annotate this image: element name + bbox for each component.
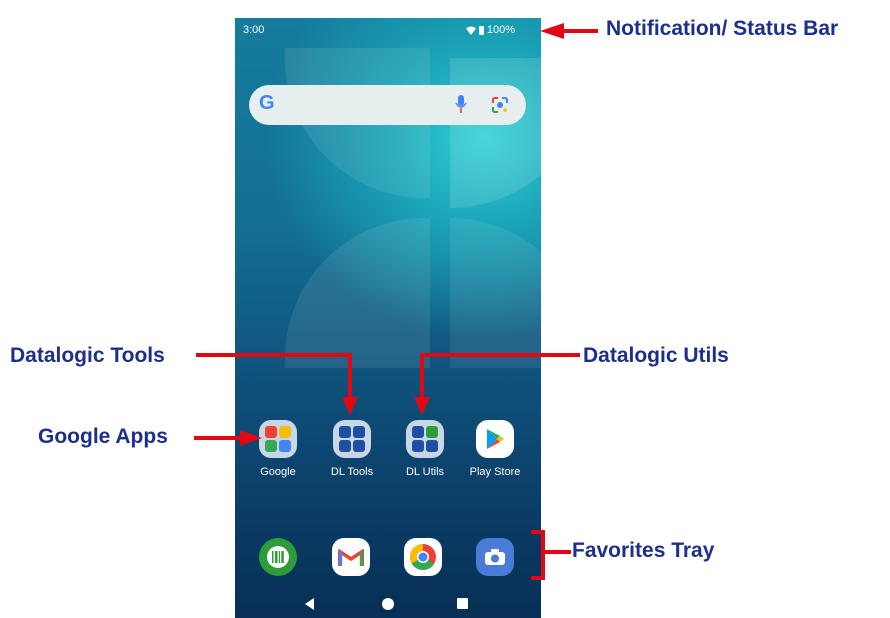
app-label: Play Store <box>469 466 521 478</box>
recents-button[interactable] <box>457 598 468 609</box>
status-icons: 100% <box>465 24 515 36</box>
battery-percent: 100% <box>486 24 515 36</box>
favorites-bracket <box>541 550 571 554</box>
google-apps-folder-icon <box>259 420 297 458</box>
arrow-head-icon <box>414 397 430 415</box>
callout-arrow-dl-utils <box>420 353 580 357</box>
google-icon: G <box>259 92 275 114</box>
mic-icon[interactable] <box>455 95 467 115</box>
back-button[interactable] <box>305 598 314 610</box>
wallpaper-shape <box>450 58 541 208</box>
app-label: DL Utils <box>405 466 445 478</box>
callout-google-apps: Google Apps <box>38 425 168 448</box>
app-dl-tools-folder[interactable]: DL Tools <box>317 420 387 478</box>
arrow-head-icon <box>540 23 564 39</box>
wifi-icon <box>465 26 476 35</box>
app-dl-utils-folder[interactable]: DL Utils <box>390 420 460 478</box>
callout-dl-tools: Datalogic Tools <box>10 344 165 367</box>
chrome-icon[interactable] <box>404 538 442 576</box>
app-label: DL Tools <box>330 466 374 478</box>
search-bar[interactable]: G <box>249 85 526 125</box>
dl-tools-folder-icon <box>333 420 371 458</box>
lens-icon[interactable] <box>491 96 509 114</box>
callout-arrow-google <box>194 436 242 440</box>
app-label: Google <box>260 466 296 478</box>
home-button[interactable] <box>382 598 394 610</box>
phone-screen: 3:00 100% G Google DL Tools DL Utils Pla… <box>235 18 541 618</box>
status-bar[interactable]: 3:00 100% <box>235 18 541 42</box>
callout-arrow-dl-utils <box>420 353 424 399</box>
dl-utils-folder-icon <box>406 420 444 458</box>
wallpaper-shape <box>450 218 541 368</box>
favorites-bracket <box>531 576 545 580</box>
arrow-head-icon <box>342 397 358 415</box>
arrow-head-icon <box>240 430 262 446</box>
battery-icon <box>478 25 484 35</box>
navigation-bar <box>235 590 541 618</box>
callout-status-bar: Notification/ Status Bar <box>606 17 839 40</box>
wallpaper-shape <box>285 218 430 368</box>
status-time: 3:00 <box>243 24 265 36</box>
callout-arrow-status <box>560 29 598 33</box>
callout-arrow-dl-tools <box>348 353 352 399</box>
play-store-icon <box>476 420 514 458</box>
app-google-folder[interactable]: Google <box>243 420 313 478</box>
camera-icon[interactable] <box>476 538 514 576</box>
barcode-scanner-icon[interactable] <box>259 538 297 576</box>
callout-dl-utils: Datalogic Utils <box>583 344 729 367</box>
callout-favorites-tray: Favorites Tray <box>572 539 715 562</box>
gmail-icon[interactable] <box>332 538 370 576</box>
favorites-bracket <box>541 530 545 580</box>
app-play-store[interactable]: Play Store <box>460 420 530 478</box>
callout-arrow-dl-tools <box>196 353 352 357</box>
